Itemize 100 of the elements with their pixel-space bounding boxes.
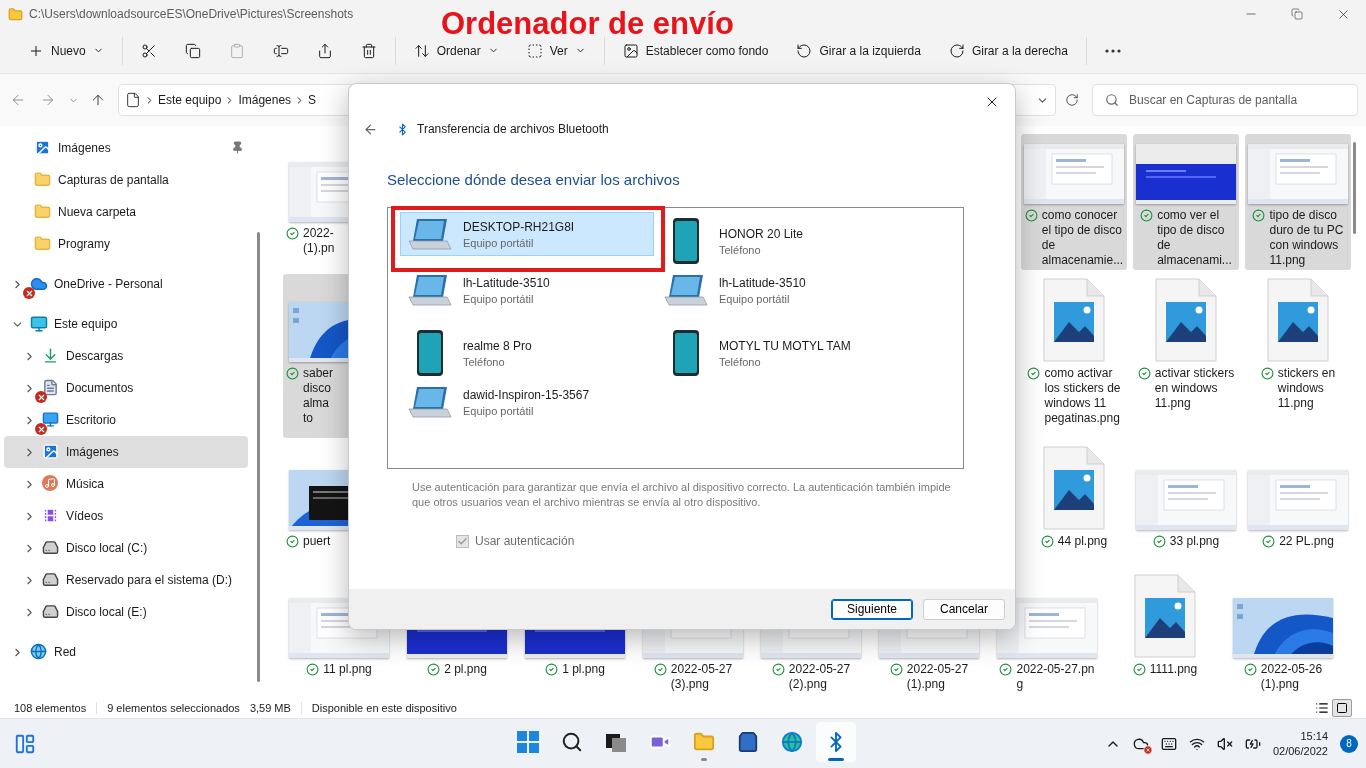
share-icon — [316, 42, 333, 59]
device-item[interactable]: MOTYL TU MOTYL TAM Teléfono — [656, 324, 910, 382]
file-item[interactable]: 22 PL.png — [1245, 442, 1351, 566]
breadcrumb[interactable]: Imágenes — [238, 93, 292, 107]
synced-icon — [1132, 663, 1146, 676]
image-file-icon — [1043, 446, 1105, 530]
device-name: dawid-Inspiron-15-3567 — [463, 387, 590, 402]
file-item[interactable]: stickers en windows 11.png — [1245, 274, 1351, 438]
sidebar-item[interactable]: Vídeos — [4, 500, 248, 532]
rotate-right-button[interactable]: Girar a la derecha — [936, 35, 1080, 66]
device-item[interactable]: lh-Latitude-3510 Equipo portátil — [656, 268, 910, 312]
browser-icon — [781, 731, 803, 753]
monitor-icon — [30, 315, 48, 333]
file-name: como conocer el tipo de disco de almacenamie... — [1041, 208, 1124, 268]
file-item[interactable]: 2022-05-26 (1).png — [1227, 570, 1339, 698]
synced-icon — [1152, 535, 1166, 548]
breadcrumb[interactable]: S — [308, 93, 317, 107]
scissors-icon — [140, 42, 157, 59]
pictures-icon — [42, 443, 59, 460]
image-icon — [622, 42, 639, 59]
file-item[interactable]: como ver el tipo de disco de almacenami... — [1133, 134, 1239, 270]
video-icon — [42, 507, 59, 524]
next-button[interactable]: Siguiente — [831, 598, 913, 620]
sidebar-item[interactable]: Imágenes — [4, 132, 248, 164]
sidebar-item[interactable]: Documentos — [4, 372, 248, 404]
trash-icon — [360, 42, 377, 59]
file-item[interactable]: como conocer el tipo de disco de almacenamie... — [1021, 134, 1127, 270]
device-item[interactable]: dawid-Inspiron-15-3567 Equipo portátil — [400, 380, 654, 424]
sidebar-item[interactable]: Escritorio — [4, 404, 248, 436]
music-icon — [42, 475, 58, 491]
file-name: saber disco alma to — [303, 366, 334, 426]
file-name: 44 pl.png — [1057, 534, 1108, 549]
breadcrumb[interactable]: Este equipo — [158, 93, 222, 107]
device-item[interactable]: lh-Latitude-3510 Equipo portátil — [400, 268, 654, 312]
tiles-view-button[interactable] — [1332, 699, 1352, 717]
pictures-icon — [34, 139, 51, 156]
device-item[interactable]: DESKTOP-RH21G8I Equipo portátil — [400, 212, 654, 256]
search-icon — [561, 731, 583, 753]
synced-icon — [1262, 535, 1276, 548]
rotate-left-button[interactable]: Girar a la izquierda — [784, 35, 933, 66]
restore-icon — [1291, 8, 1303, 20]
drive-icon — [42, 571, 59, 588]
synced-icon — [1024, 209, 1038, 222]
file-item[interactable]: 1111.png — [1109, 570, 1221, 698]
file-name: puert — [303, 534, 331, 549]
file-name: 2022-05-27.pn g — [1016, 662, 1095, 692]
device-item[interactable]: HONOR 20 Lite Teléfono — [656, 212, 910, 270]
file-name: 2022-05-27 (2).png — [788, 662, 851, 692]
synced-icon — [1040, 535, 1054, 548]
new-button[interactable]: Nuevo — [16, 35, 116, 66]
sidebar-item[interactable]: Música — [4, 468, 248, 500]
file-name: 2 pl.png — [444, 662, 487, 677]
synced-icon — [286, 367, 299, 380]
sidebar-item[interactable]: Capturas de pantalla — [4, 164, 248, 196]
device-item[interactable]: realme 8 Pro Teléfono — [400, 324, 654, 382]
checkbox-label: Usar autenticación — [475, 534, 575, 548]
device-type: Equipo portátil — [719, 292, 791, 305]
rotate-left-icon — [796, 42, 813, 59]
file-item[interactable]: tipo de disco duro de tu PC con windows 11.png — [1245, 134, 1351, 270]
sidebar-item[interactable]: Programy — [4, 228, 248, 260]
sidebar-item[interactable]: Imágenes — [4, 436, 248, 468]
device-name: realme 8 Pro — [463, 338, 532, 353]
view-icon — [526, 42, 543, 59]
file-item[interactable]: activar stickers en windows 11.png — [1133, 274, 1239, 438]
task-view-icon — [605, 731, 627, 753]
file-item[interactable]: como activar los stickers de windows 11 pegatinas.png — [1021, 274, 1127, 438]
sidebar-item[interactable]: OneDrive - Personal — [4, 268, 248, 300]
file-name: 2022-05-27 (3).png — [670, 662, 733, 692]
file-name: stickers en windows 11.png — [1277, 366, 1336, 411]
folder-icon — [693, 731, 715, 753]
device-type: Equipo portátil — [463, 404, 535, 417]
synced-icon — [1252, 209, 1266, 222]
sidebar-item[interactable]: Este equipo — [4, 308, 248, 340]
synced-icon — [286, 227, 299, 240]
volume-muted-icon — [1216, 735, 1233, 752]
synced-icon — [771, 663, 785, 676]
sidebar-item[interactable]: Reservado para el sistema (D:) — [4, 564, 248, 596]
store-icon — [737, 731, 759, 753]
page-icon — [125, 92, 141, 108]
document-icon — [42, 379, 59, 396]
device-name: lh-Latitude-3510 — [719, 275, 806, 290]
synced-icon — [889, 663, 903, 676]
sidebar-item[interactable]: Red — [4, 636, 248, 668]
device-name: MOTYL TU MOTYL TAM — [719, 338, 851, 353]
refresh-icon — [1065, 93, 1079, 107]
sidebar-item[interactable]: Descargas — [4, 340, 248, 372]
copy-icon — [184, 42, 201, 59]
notification-badge[interactable]: 8 — [1340, 734, 1358, 753]
file-name: 2022-05-27 (1).png — [906, 662, 969, 692]
sidebar-item[interactable]: Nueva carpeta — [4, 196, 248, 228]
cancel-button[interactable]: Cancelar — [923, 598, 1005, 620]
image-file-icon — [1267, 278, 1329, 362]
file-name: activar stickers en windows 11.png — [1154, 366, 1235, 411]
search-field[interactable]: Buscar en Capturas de pantalla — [1092, 84, 1358, 116]
laptop-icon — [407, 385, 453, 419]
file-item[interactable]: 33 pl.png — [1133, 442, 1239, 566]
sidebar-item[interactable]: Disco local (E:) — [4, 596, 248, 628]
search-icon — [1105, 93, 1119, 107]
file-item[interactable]: 44 pl.png — [1021, 442, 1127, 566]
sidebar-item[interactable]: Disco local (C:) — [4, 532, 248, 564]
